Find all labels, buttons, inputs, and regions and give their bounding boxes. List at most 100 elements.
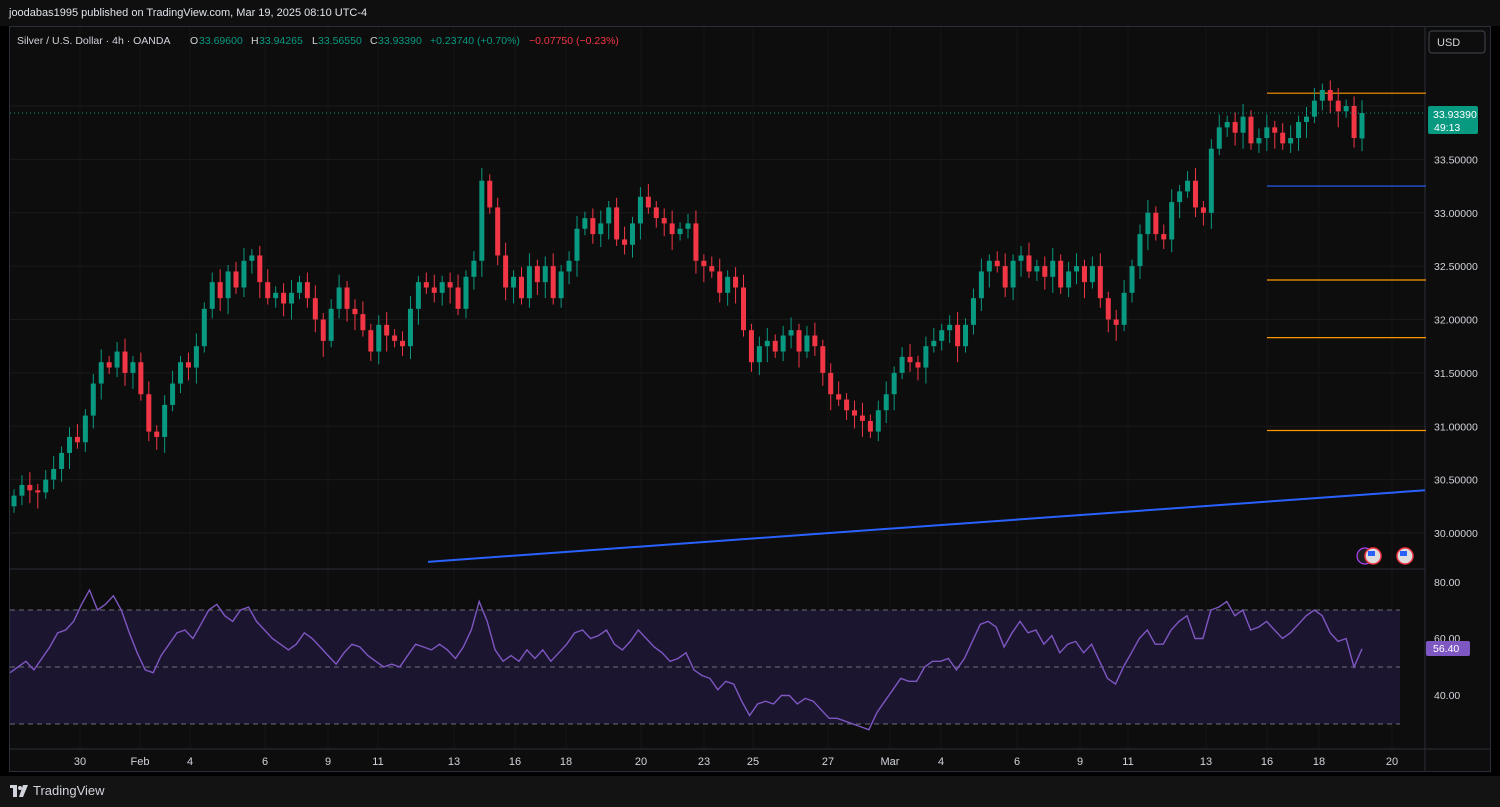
candle-body: [463, 276, 469, 309]
time-label: 20: [635, 756, 647, 768]
trendline[interactable]: [427, 489, 1426, 563]
candle-body: [511, 276, 517, 288]
candle-body: [1089, 266, 1095, 283]
candle-body: [844, 399, 850, 411]
candle-body: [11, 495, 17, 507]
candle-body: [978, 271, 984, 299]
candle-body: [1105, 298, 1111, 320]
candle-body: [566, 260, 572, 272]
candle-body: [1327, 89, 1333, 101]
candle-body: [1232, 122, 1238, 133]
candle-body: [201, 308, 207, 347]
candle-body: [1042, 266, 1048, 277]
time-axis[interactable]: 30 Feb 4 6 9 11 13 16 18 20 23 25 27 Mar 4 6 9 11 13 16 18 20: [74, 756, 1398, 768]
candle-body: [685, 223, 691, 229]
horizontal-levels[interactable]: [1267, 9, 1426, 432]
candle-body: [344, 287, 350, 309]
candle-body: [122, 351, 128, 373]
candle-body: [796, 330, 802, 352]
candle-body: [1240, 116, 1246, 133]
candle-body: [899, 356, 905, 373]
legend-h-value: 33.94265: [259, 35, 303, 47]
candle-body: [487, 180, 493, 208]
footer: TradingView: [0, 776, 1500, 807]
currency-button[interactable]: USD: [1428, 30, 1486, 54]
chart-panel[interactable]: Silver / U.S. Dollar · 4h · OANDA O 33.6…: [9, 9, 1491, 773]
candle-body: [733, 276, 739, 288]
time-label: 9: [325, 756, 331, 768]
candle-body: [479, 180, 485, 261]
candle-body: [281, 292, 287, 304]
candle-body: [717, 271, 723, 293]
candle-body: [59, 452, 65, 469]
candle-body: [1200, 207, 1206, 213]
rsi-axis-80: 80.00: [1434, 577, 1460, 589]
candle-body: [249, 255, 255, 261]
candle-body: [1113, 319, 1119, 325]
legend-o-value: 33.69600: [199, 35, 243, 47]
time-label: 20: [1386, 756, 1398, 768]
tradingview-brand[interactable]: TradingView: [10, 783, 105, 798]
candle-body: [312, 298, 318, 320]
candle-body: [1018, 255, 1024, 261]
candle-body: [590, 218, 596, 235]
candle-body: [1034, 266, 1040, 272]
candle-body: [1081, 266, 1087, 283]
price-label: 32.00000: [1434, 315, 1478, 327]
candle-body: [1145, 212, 1151, 235]
time-label: 11: [372, 756, 383, 768]
price-label: 30.00000: [1434, 528, 1478, 540]
candle-body: [614, 207, 620, 240]
candle-body: [360, 314, 366, 331]
candle-body: [669, 223, 675, 235]
price-axis[interactable]: 33.50000 33.00000 32.50000 32.00000 31.50000…: [1434, 154, 1478, 540]
candle-body: [1280, 132, 1286, 144]
candle-body: [170, 383, 176, 405]
candle-body: [1311, 100, 1317, 117]
candle-body: [542, 266, 548, 283]
time-label: 27: [822, 756, 834, 768]
candle-body: [336, 287, 342, 309]
candle-body: [526, 266, 532, 299]
candle-body: [574, 228, 580, 261]
candle-body: [384, 324, 390, 336]
candle-body: [455, 287, 461, 309]
candle-body: [233, 271, 239, 288]
candle-body: [812, 335, 818, 347]
tradingview-logo-icon: [10, 784, 28, 797]
time-label: 9: [1077, 756, 1083, 768]
candle-body: [1121, 292, 1127, 325]
candle-body: [1359, 113, 1365, 139]
candle-body: [907, 356, 913, 363]
candle-body: [503, 255, 509, 288]
time-label: 18: [560, 756, 572, 768]
price-label: 33.00000: [1434, 208, 1478, 220]
time-label: Mar: [881, 756, 900, 768]
time-label: 4: [938, 756, 944, 768]
candle-body: [558, 271, 564, 299]
countdown-value: 49:13: [1434, 122, 1460, 134]
candle-body: [915, 362, 921, 368]
candle-body: [939, 330, 945, 341]
candle-body: [1153, 212, 1159, 235]
candle-body: [748, 330, 754, 363]
candle-body: [43, 479, 49, 493]
candle-body: [400, 340, 406, 347]
time-label: 6: [262, 756, 268, 768]
legend-c-label: C: [370, 35, 378, 47]
candle-body: [1097, 266, 1103, 299]
candle-body: [1264, 127, 1270, 139]
candle-body: [304, 282, 310, 299]
chart-svg[interactable]: Silver / U.S. Dollar · 4h · OANDA O 33.6…: [9, 9, 1490, 773]
candle-body: [629, 223, 635, 245]
event-icons[interactable]: [1356, 547, 1414, 565]
candle-body: [447, 282, 453, 288]
candle-body: [1026, 255, 1032, 272]
candle-body: [1351, 106, 1357, 139]
candle-body: [98, 362, 104, 384]
candle-body: [225, 271, 231, 299]
candle-body: [756, 346, 762, 363]
candles: [11, 80, 1365, 513]
time-label: 30: [74, 756, 86, 768]
rsi-value-tag: 56.40: [1426, 641, 1470, 656]
